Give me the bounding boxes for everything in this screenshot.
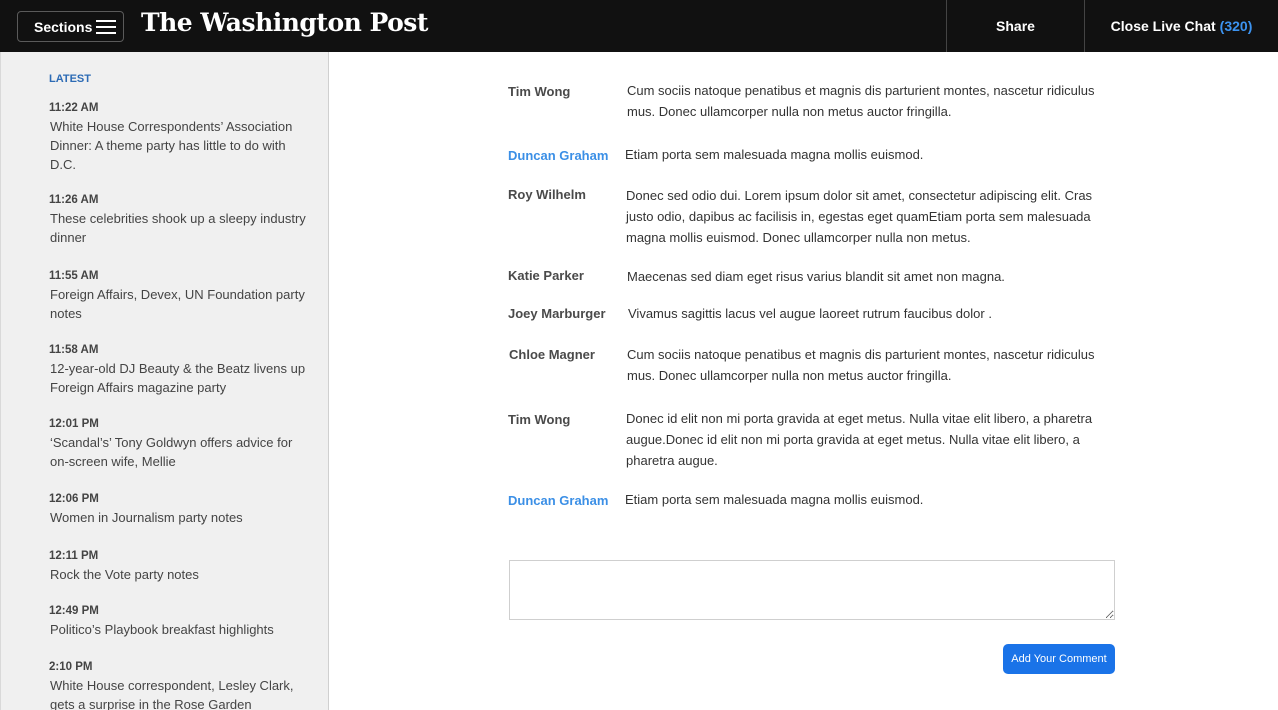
add-comment-button[interactable]: Add Your Comment [1003,644,1115,674]
message-author: Chloe Magner [509,347,595,362]
top-bar: Sections The Washington Post Share Close… [0,0,1278,52]
feed-item[interactable]: 12:01 PM ‘Scandal’s’ Tony Goldwyn offers… [49,418,309,471]
message-author: Joey Marburger [508,306,606,321]
feed-title[interactable]: ‘Scandal’s’ Tony Goldwyn offers advice f… [50,433,309,471]
feed-title[interactable]: 12-year-old DJ Beauty & the Beatz livens… [50,359,309,397]
feed-time: 12:01 PM [49,418,99,430]
latest-sidebar: LATEST 11:22 AM White House Corresponden… [0,52,329,710]
feed-item[interactable]: 11:58 AM 12-year-old DJ Beauty & the Bea… [49,344,309,397]
comment-input[interactable] [509,560,1115,620]
close-live-chat-label: Close Live Chat [1110,18,1216,34]
feed-time: 11:55 AM [49,270,99,282]
message-author: Tim Wong [508,412,571,427]
feed-item[interactable]: 11:55 AM Foreign Affairs, Devex, UN Foun… [49,270,309,323]
sections-label: Sections [34,18,93,35]
feed-time: 12:49 PM [49,605,99,617]
feed-title[interactable]: Politico’s Playbook breakfast highlights [50,620,309,639]
sections-button[interactable]: Sections [17,11,124,42]
hamburger-menu-icon [96,20,116,34]
message-text: Maecenas sed diam eget risus varius blan… [627,269,1005,284]
message-author: Katie Parker [508,268,584,283]
feed-item[interactable]: 12:49 PM Politico’s Playbook breakfast h… [49,605,309,639]
feed-time: 12:11 PM [49,550,99,562]
feed-item[interactable]: 12:06 PM Women in Journalism party notes [49,493,309,527]
feed-time: 12:06 PM [49,493,99,505]
feed-title[interactable]: White House correspondent, Lesley Clark,… [50,676,309,710]
latest-heading: LATEST [49,73,91,85]
message-text: Donec id elit non mi porta gravida at eg… [626,411,1093,468]
close-live-chat-button[interactable]: Close Live Chat (320) [1085,0,1278,52]
feed-title[interactable]: Rock the Vote party notes [50,565,309,584]
feed-time: 11:22 AM [49,102,99,114]
message-author: Roy Wilhelm [508,187,586,202]
message-text: Cum sociis natoque penatibus et magnis d… [627,347,1095,383]
feed-item[interactable]: 11:26 AM These celebrities shook up a sl… [49,194,309,247]
feed-time: 11:58 AM [49,344,99,356]
washington-post-logo[interactable]: The Washington Post [141,8,428,37]
feed-title[interactable]: Foreign Affairs, Devex, UN Foundation pa… [50,285,309,323]
feed-time: 11:26 AM [49,194,99,206]
message-author-link[interactable]: Duncan Graham [508,148,608,163]
feed-title[interactable]: White House Correspondents’ Association … [50,117,309,174]
feed-item[interactable]: 2:10 PM White House correspondent, Lesle… [49,661,309,710]
feed-title[interactable]: These celebrities shook up a sleepy indu… [50,209,309,247]
chat-count-badge: (320) [1219,18,1253,34]
message-text: Etiam porta sem malesuada magna mollis e… [625,147,924,162]
message-author: Tim Wong [508,84,571,99]
share-button[interactable]: Share [946,0,1085,52]
feed-time: 2:10 PM [49,661,93,673]
message-text: Cum sociis natoque penatibus et magnis d… [627,83,1095,119]
message-author-link[interactable]: Duncan Graham [508,493,608,508]
feed-title[interactable]: Women in Journalism party notes [50,508,309,527]
message-text: Etiam porta sem malesuada magna mollis e… [625,492,924,507]
message-text: Donec sed odio dui. Lorem ipsum dolor si… [626,188,1093,245]
feed-item[interactable]: 12:11 PM Rock the Vote party notes [49,550,309,584]
message-text: Vivamus sagittis lacus vel augue laoreet… [628,306,992,321]
feed-item[interactable]: 11:22 AM White House Correspondents’ Ass… [49,102,309,174]
